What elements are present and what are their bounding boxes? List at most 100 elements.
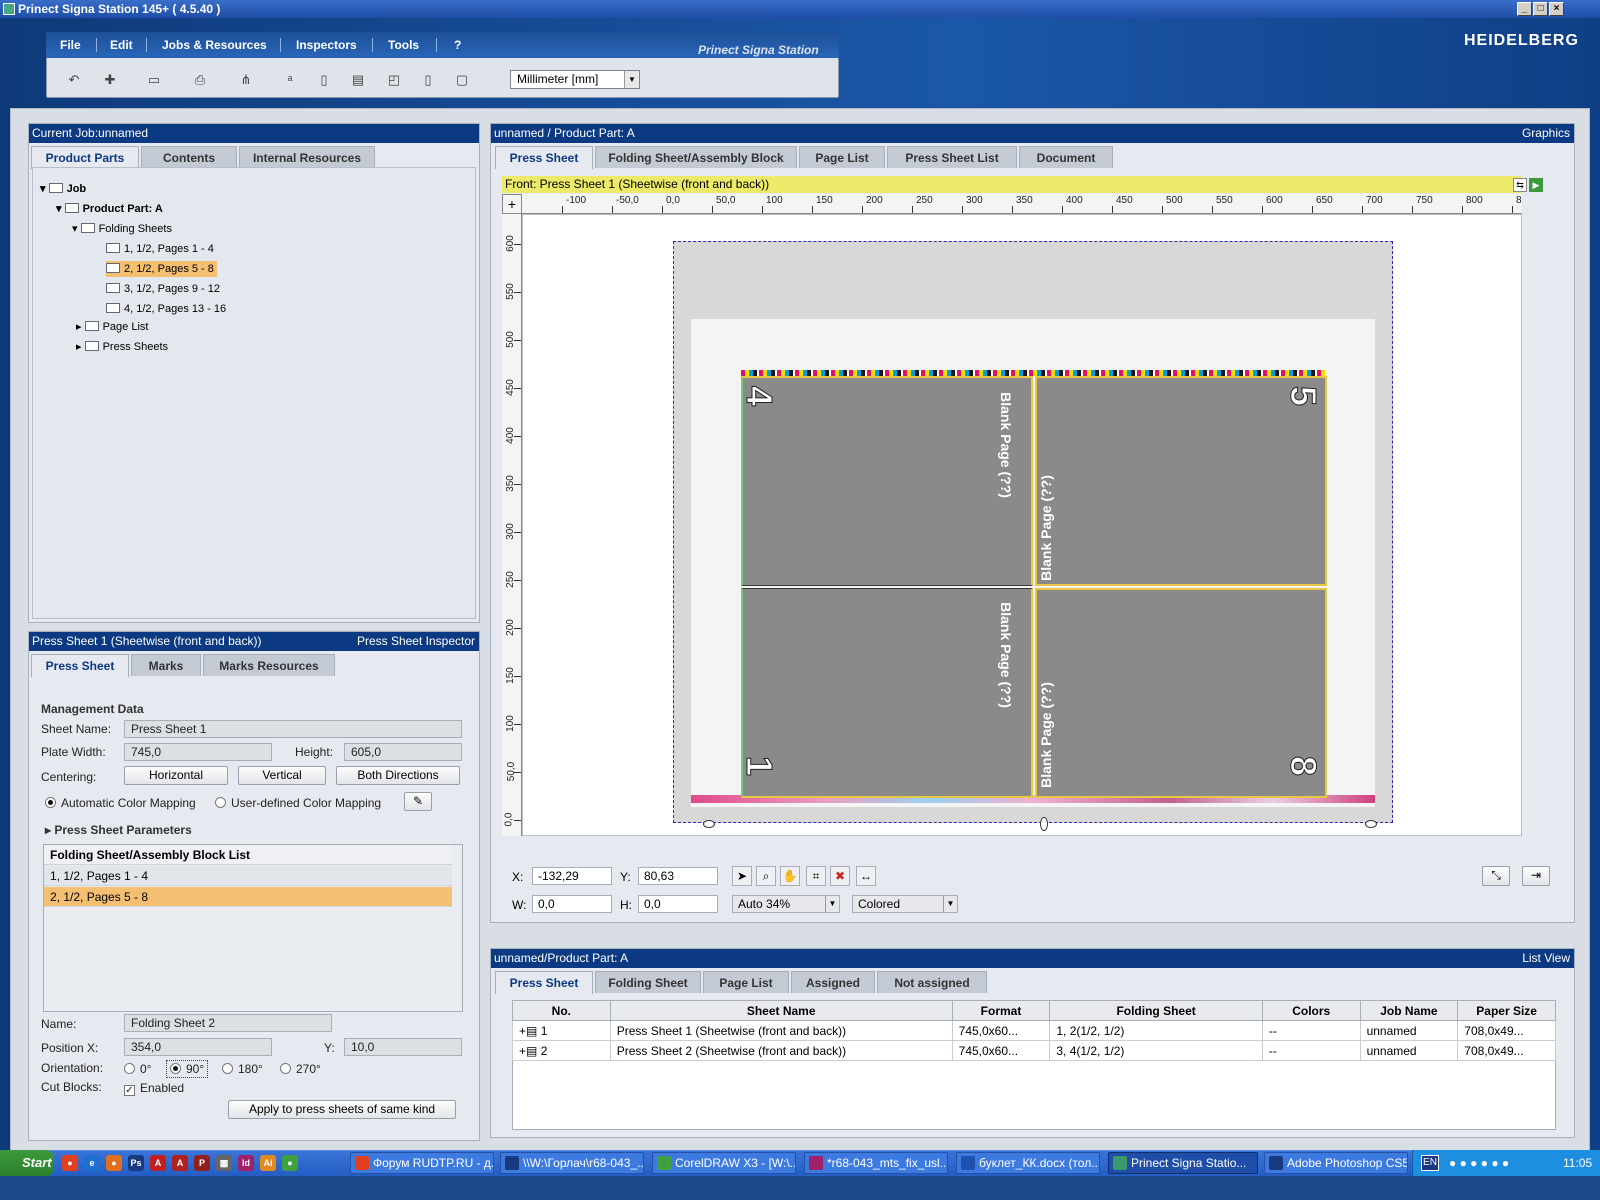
sheet-icon[interactable]: ▤	[348, 70, 368, 90]
tab-inspector-press-sheet[interactable]: Press Sheet	[31, 654, 129, 677]
position-y-field[interactable]: 10,0	[344, 1038, 462, 1056]
tree-node-page-list[interactable]: ▸ Page List	[76, 319, 148, 335]
tree-sheet-2[interactable]: 2, 1/2, Pages 5 - 8	[106, 261, 217, 277]
zoom-icon[interactable]: ⌕	[756, 866, 776, 886]
name-field[interactable]: Folding Sheet 2	[124, 1014, 332, 1032]
col-format[interactable]: Format	[951, 1000, 1051, 1021]
structure-icon[interactable]: ⋔	[236, 70, 256, 90]
tree-sheet-3[interactable]: 3, 1/2, Pages 9 - 12	[106, 281, 220, 297]
y-field[interactable]: 80,63	[638, 867, 718, 885]
col-job-name[interactable]: Job Name	[1359, 1000, 1459, 1021]
apply-same-kind-button[interactable]: Apply to press sheets of same kind	[228, 1100, 456, 1119]
col-paper-size[interactable]: Paper Size	[1457, 1000, 1556, 1021]
position-x-field[interactable]: 354,0	[124, 1038, 272, 1056]
page-5[interactable]	[1035, 376, 1327, 586]
print-icon[interactable]: ⎙	[190, 70, 210, 90]
firefox-icon[interactable]: ●	[106, 1155, 122, 1171]
menu-jobs-resources[interactable]: Jobs & Resources	[162, 32, 267, 58]
x-field[interactable]: -132,29	[532, 867, 612, 885]
tree-node-press-sheets[interactable]: ▸ Press Sheets	[76, 339, 168, 355]
horizontal-button[interactable]: Horizontal	[124, 766, 228, 785]
single-page-icon[interactable]: ▯	[418, 70, 438, 90]
new-icon[interactable]: ✚	[100, 70, 120, 90]
indesign-icon[interactable]: Id	[238, 1155, 254, 1171]
maximize-button[interactable]: □	[1533, 2, 1548, 16]
hand-icon[interactable]: ✋	[780, 866, 800, 886]
plate-width-field[interactable]: 745,0	[124, 743, 272, 761]
page-4[interactable]	[741, 376, 1033, 586]
pdf-icon[interactable]: P	[194, 1155, 210, 1171]
tab-list-not-assigned[interactable]: Not assigned	[877, 971, 987, 993]
both-directions-button[interactable]: Both Directions	[336, 766, 460, 785]
page-icon[interactable]: ▯	[314, 70, 334, 90]
color-mode-select[interactable]: Colored ▼	[852, 895, 958, 913]
col-no[interactable]: No.	[512, 1000, 611, 1021]
folding-list-item-2[interactable]: 2, 1/2, Pages 5 - 8	[44, 887, 452, 907]
tab-folding-assembly[interactable]: Folding Sheet/Assembly Block	[595, 146, 797, 168]
delete-mark-icon[interactable]: ✖	[830, 866, 850, 886]
table-row[interactable]: +▤ 2 Press Sheet 2 (Sheetwise (front and…	[512, 1040, 1556, 1061]
ruler-origin-icon[interactable]: +	[502, 194, 522, 214]
tab-list-press-sheet[interactable]: Press Sheet	[495, 971, 593, 994]
task-signa-station[interactable]: Prinect Signa Statio...	[1108, 1152, 1258, 1174]
zoom-select[interactable]: Auto 34% ▼	[732, 895, 840, 913]
acrobat-icon[interactable]: A	[150, 1155, 166, 1171]
blank-page-icon[interactable]: ▢	[452, 70, 472, 90]
task-word[interactable]: буклет_КК.docx (тол...	[956, 1152, 1100, 1174]
tab-product-parts[interactable]: Product Parts	[31, 146, 139, 169]
orientation-0[interactable]: 0°	[124, 1062, 151, 1076]
page-1[interactable]	[741, 588, 1033, 798]
tree-node-job[interactable]: ▾ Job	[40, 181, 86, 197]
corel-icon[interactable]: ●	[282, 1155, 298, 1171]
tab-list-folding-sheet[interactable]: Folding Sheet	[595, 971, 701, 993]
task-forum[interactable]: Форум RUDTP.RU - д...	[350, 1152, 494, 1174]
orientation-90[interactable]: 90°	[166, 1060, 209, 1078]
measure-icon[interactable]: ↔	[856, 866, 876, 886]
units-select[interactable]: Millimeter [mm] ▼	[510, 70, 640, 89]
height-field[interactable]: 605,0	[344, 743, 462, 761]
mark-icon[interactable]: ◰	[384, 70, 404, 90]
menu-inspectors[interactable]: Inspectors	[296, 32, 357, 58]
cut-blocks-checkbox[interactable]: ✓ Enabled	[124, 1081, 184, 1096]
close-button[interactable]: ×	[1549, 2, 1564, 16]
h-field[interactable]: 0,0	[638, 895, 718, 913]
tab-document[interactable]: Document	[1019, 146, 1113, 168]
task-coreldraw[interactable]: CorelDRAW X3 - [W:\...	[652, 1152, 796, 1174]
crop-icon[interactable]: ⌗	[806, 866, 826, 886]
tab-press-sheet-list[interactable]: Press Sheet List	[887, 146, 1017, 168]
task-explorer[interactable]: \\W:\Горлач\r68-043_...	[500, 1152, 644, 1174]
photoshop-icon[interactable]: Ps	[128, 1155, 144, 1171]
tab-page-list[interactable]: Page List	[799, 146, 885, 168]
tree-sheet-4[interactable]: 4, 1/2, Pages 13 - 16	[106, 301, 226, 317]
chrome-icon[interactable]: ●	[62, 1155, 78, 1171]
vertical-button[interactable]: Vertical	[238, 766, 326, 785]
menu-tools[interactable]: Tools	[388, 32, 419, 58]
save-icon[interactable]: ▭	[144, 70, 164, 90]
tree-node-part[interactable]: ▾ Product Part: A	[56, 201, 163, 217]
press-sheet-params-toggle[interactable]: ▸ Press Sheet Parameters	[45, 823, 192, 837]
language-indicator[interactable]: EN	[1421, 1155, 1439, 1171]
col-sheet-name[interactable]: Sheet Name	[609, 1000, 953, 1021]
play-icon[interactable]: ▶	[1529, 178, 1543, 192]
task-indesign[interactable]: *r68-043_mts_fix_usl...	[804, 1152, 948, 1174]
orientation-270[interactable]: 270°	[280, 1062, 321, 1076]
tab-contents[interactable]: Contents	[141, 146, 237, 168]
sheet-name-field[interactable]: Press Sheet 1	[124, 720, 462, 738]
task-photoshop[interactable]: Adobe Photoshop CS5...	[1264, 1152, 1408, 1174]
illustrator-icon[interactable]: Ai	[260, 1155, 276, 1171]
minimize-button[interactable]: _	[1517, 2, 1532, 16]
ie-icon[interactable]: e	[84, 1155, 100, 1171]
user-color-option[interactable]: User-defined Color Mapping	[215, 796, 381, 810]
tree-node-folding[interactable]: ▾ Folding Sheets	[72, 221, 172, 237]
tree-sheet-1[interactable]: 1, 1/2, Pages 1 - 4	[106, 241, 214, 257]
menu-edit[interactable]: Edit	[110, 32, 133, 58]
flip-icon[interactable]: ⇆	[1513, 178, 1527, 192]
orientation-180[interactable]: 180°	[222, 1062, 263, 1076]
tab-marks-resources[interactable]: Marks Resources	[203, 654, 335, 676]
menu-file[interactable]: File	[60, 32, 81, 58]
open-icon[interactable]: ↶	[64, 70, 84, 90]
start-button[interactable]: Start	[0, 1150, 54, 1176]
edit-icon[interactable]: ✎	[404, 792, 432, 811]
calculator-icon[interactable]: ▦	[216, 1155, 232, 1171]
auto-color-option[interactable]: Automatic Color Mapping	[45, 796, 196, 810]
